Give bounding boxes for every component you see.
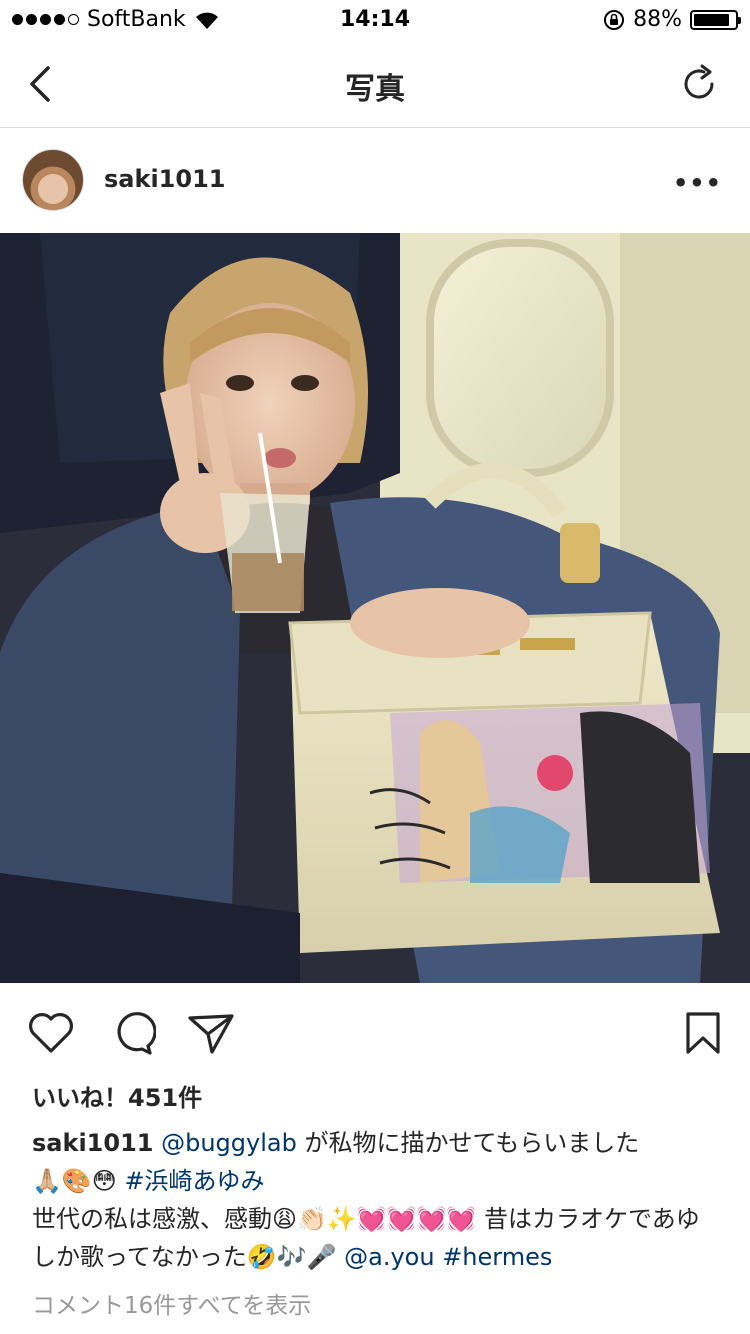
refresh-icon[interactable] (678, 62, 722, 106)
caption-mention[interactable]: @a.you (344, 1243, 434, 1271)
status-right: 88% (603, 7, 741, 32)
like-count[interactable]: いいね！451件 (32, 1078, 202, 1113)
caption-emoji: 😩👏🏻✨💓💓💓💓 (272, 1205, 477, 1233)
post-photo-illustration (0, 233, 750, 983)
heart-icon[interactable] (26, 1008, 76, 1058)
comment-icon[interactable] (106, 1008, 156, 1058)
send-icon[interactable] (186, 1008, 236, 1058)
post-caption: saki1011 @buggylab が私物に描かせてもらいました 🙏🏼🎨😳 #… (32, 1124, 722, 1276)
avatar[interactable] (22, 149, 84, 211)
battery-icon (690, 9, 741, 30)
caption-hashtag[interactable]: #浜崎あゆみ (124, 1167, 264, 1195)
action-bar (0, 1000, 750, 1066)
caption-hashtag[interactable]: #hermes (442, 1243, 552, 1271)
bookmark-icon[interactable] (678, 1008, 728, 1058)
post-photo[interactable] (0, 233, 750, 983)
battery-percent: 88% (633, 7, 682, 32)
caption-emoji: 🙏🏼🎨😳 (32, 1167, 117, 1195)
caption-emoji: 🤣🎶🎤 (246, 1243, 337, 1271)
view-all-comments-link[interactable]: コメント16件すべてを表示 (32, 1286, 311, 1320)
page-title: 写真 (345, 72, 405, 107)
caption-username[interactable]: saki1011 (32, 1129, 153, 1157)
caption-text: 世代の私は感激、感動 (32, 1205, 272, 1233)
caption-mention[interactable]: @buggylab (161, 1129, 297, 1157)
more-options-icon[interactable]: ••• (673, 169, 722, 197)
post-header: saki1011 ••• (0, 129, 750, 233)
status-bar: SoftBank 14:14 88% (0, 0, 750, 40)
caption-text: が私物に描かせてもらいました (296, 1129, 640, 1157)
nav-bar: 写真 (0, 40, 750, 128)
rotation-lock-icon (604, 9, 625, 30)
post-username[interactable]: saki1011 (104, 165, 225, 193)
